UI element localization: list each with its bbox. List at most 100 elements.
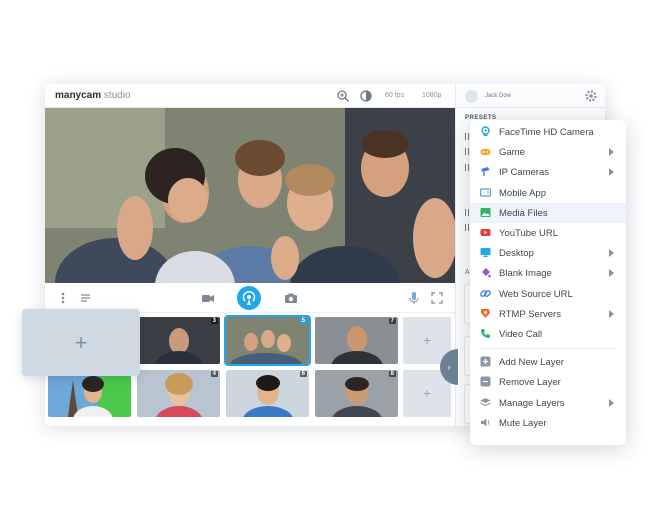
group-photo: [45, 108, 455, 283]
menu-item-label: Video Call: [499, 329, 543, 340]
fps-label[interactable]: 60 fps: [385, 92, 404, 99]
speaker-icon: [481, 418, 490, 427]
ip-camera-icon: [481, 167, 490, 177]
menu-item-label: FaceTime HD Camera: [499, 127, 594, 138]
thumbnail-number: 4: [210, 371, 218, 377]
more-options-icon[interactable]: [56, 291, 70, 305]
image-icon: [480, 207, 491, 217]
gamepad-icon: [480, 149, 491, 156]
youtube-icon: [480, 229, 491, 236]
submenu-arrow-icon: [609, 249, 614, 258]
menu-item-label: Mobile App: [499, 187, 547, 199]
thumbnail-number: 3: [210, 318, 218, 324]
thumbnail-image: [332, 377, 382, 417]
thumbnail-5[interactable]: 5: [224, 315, 311, 366]
remove-layer-icon: [480, 376, 491, 387]
preset-item[interactable]: [465, 164, 469, 171]
playlist-icon[interactable]: [79, 291, 93, 305]
microphone-icon[interactable]: [407, 291, 421, 305]
menu-item-blank-image[interactable]: Blank Image: [470, 263, 626, 283]
thumbnail-number: 6: [299, 371, 307, 377]
preset-item[interactable]: [465, 133, 469, 140]
menu-item-remove-layer[interactable]: Remove Layer: [470, 372, 626, 392]
account-header: Jack Dow: [456, 84, 605, 108]
thumbnail-image: [230, 330, 302, 364]
rtmp-icon: [481, 308, 490, 318]
menu-item-rtmp-servers[interactable]: RTMP Servers: [470, 304, 626, 324]
submenu-arrow-icon: [609, 269, 614, 278]
fullscreen-icon[interactable]: [430, 291, 444, 305]
thumbnail-image: [156, 373, 202, 417]
thumbnail-number: 5: [299, 318, 307, 324]
menu-item-label: IP Cameras: [499, 167, 549, 179]
menu-item-label: Game: [499, 147, 525, 159]
monitor-icon: [480, 248, 491, 258]
preset-item[interactable]: [465, 209, 469, 216]
menu-item-web-source-url[interactable]: Web Source URL: [470, 284, 626, 304]
menu-item-manage-layers[interactable]: Manage Layers: [470, 393, 626, 413]
thumbnail-number: 8: [388, 371, 396, 377]
preset-item[interactable]: [465, 148, 469, 155]
brightness-icon[interactable]: [359, 89, 373, 103]
thumbnail-green-screen[interactable]: [48, 370, 131, 417]
menu-item-mute-layer[interactable]: Mute Layer: [470, 413, 626, 433]
thumbnail-7[interactable]: 7: [315, 317, 398, 364]
broadcast-button[interactable]: [237, 286, 261, 310]
paint-bucket-icon: [482, 268, 491, 278]
broadcast-icon: [242, 291, 256, 305]
snapshot-icon[interactable]: [284, 291, 298, 305]
layers-icon: [480, 397, 491, 406]
menu-item-facetime-hd-camera[interactable]: FaceTime HD Camera: [470, 122, 626, 142]
menu-item-game[interactable]: Game: [470, 142, 626, 162]
preset-item[interactable]: [465, 224, 469, 231]
add-layer-tile[interactable]: +: [22, 309, 140, 376]
section-label: A: [465, 269, 470, 276]
thumbnail-6[interactable]: 6: [226, 370, 309, 417]
menu-item-label: Desktop: [499, 248, 534, 260]
thumbnail-8[interactable]: 8: [315, 370, 398, 417]
thumbnail-3[interactable]: 3: [137, 317, 220, 364]
menu-item-youtube-url[interactable]: YouTube URL: [470, 223, 626, 243]
thumbnail-4[interactable]: 4: [137, 370, 220, 417]
webcam-icon: [481, 126, 490, 136]
link-icon: [480, 289, 491, 297]
stage: manycam studio 60 fps 1080p 3 5 7 + 4 6 …: [0, 0, 650, 510]
menu-item-ip-cameras[interactable]: IP Cameras: [470, 162, 626, 182]
gear-icon[interactable]: [584, 89, 598, 103]
main-video-preview: [45, 108, 455, 283]
menu-item-media-files[interactable]: Media Files: [470, 202, 626, 223]
thumbnail-number: 7: [388, 318, 396, 324]
resolution-label[interactable]: 1080p: [422, 92, 441, 99]
source-menu: FaceTime HD Camera Game IP Cameras Mobile A…: [470, 120, 626, 445]
menu-item-label: Media Files: [499, 207, 548, 219]
menu-item-desktop[interactable]: Desktop: [470, 243, 626, 263]
user-name[interactable]: Jack Dow: [485, 93, 511, 99]
thumbnail-image: [48, 370, 113, 417]
avatar[interactable]: [465, 90, 478, 103]
submenu-arrow-icon: [609, 398, 614, 407]
submenu-arrow-icon: [609, 309, 614, 318]
top-bar: manycam studio 60 fps 1080p: [45, 84, 455, 108]
thumbnail-image: [243, 375, 293, 417]
menu-item-label: Blank Image: [499, 268, 552, 280]
menu-item-video-call[interactable]: Video Call: [470, 324, 626, 344]
app-logo: manycam studio: [55, 90, 131, 101]
submenu-arrow-icon: [609, 168, 614, 177]
menu-divider: [480, 348, 616, 350]
phone-icon: [480, 329, 490, 339]
menu-item-label: Manage Layers: [499, 397, 565, 409]
thumbnail-image: [331, 326, 383, 364]
add-layer-icon: [480, 356, 491, 367]
thumbnail-image: [155, 328, 203, 364]
menu-item-label: Remove Layer: [499, 377, 561, 389]
menu-item-label: Mute Layer: [499, 417, 547, 429]
menu-item-label: YouTube URL: [499, 228, 558, 239]
menu-item-label: Add New Layer: [499, 357, 564, 369]
menu-item-label: Web Source URL: [499, 288, 573, 300]
mobile-app-icon: [480, 187, 491, 197]
zoom-icon[interactable]: [336, 89, 350, 103]
menu-item-label: RTMP Servers: [499, 308, 561, 320]
menu-item-mobile-app[interactable]: Mobile App: [470, 183, 626, 203]
record-video-icon[interactable]: [201, 291, 215, 305]
menu-item-add-new-layer[interactable]: Add New Layer: [470, 352, 626, 372]
